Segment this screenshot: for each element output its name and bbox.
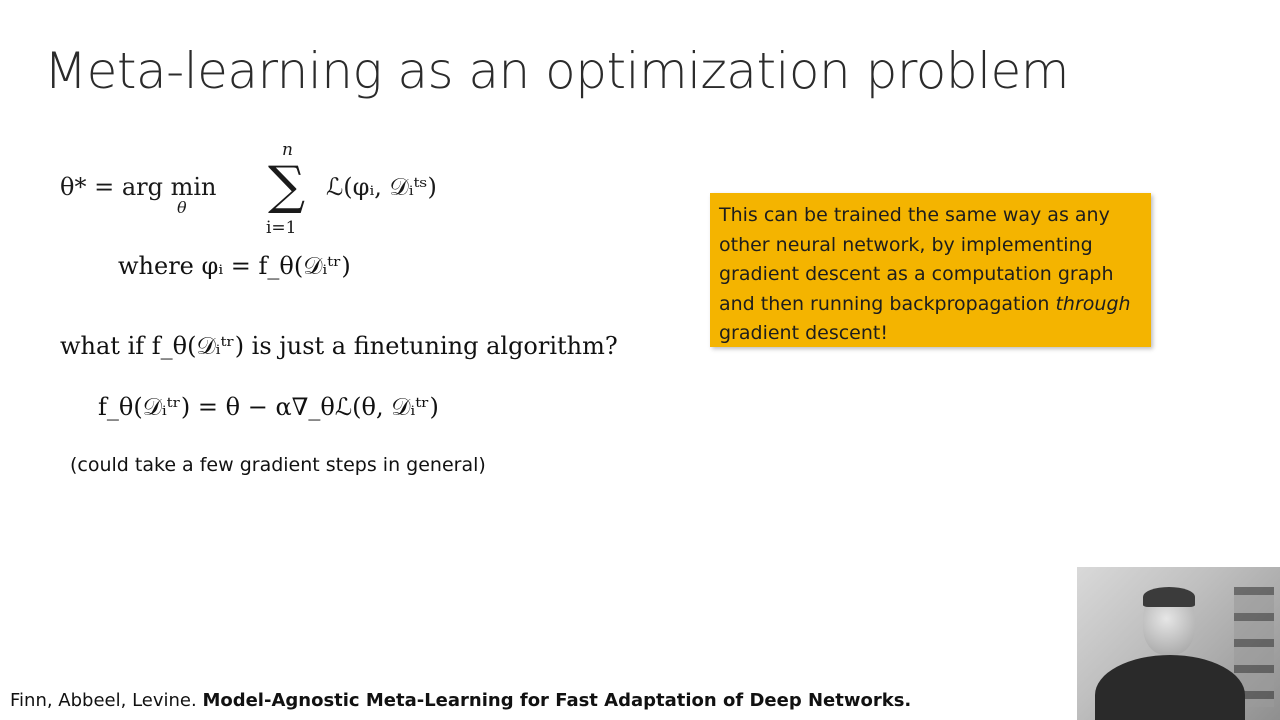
citation-paper-title: Model-Agnostic Meta-Learning for Fast Ad… <box>202 690 912 711</box>
objective-equation: θ* = arg min θ n ∑ i=1 ℒ(φᵢ, 𝒟ᵢᵗˢ) <box>60 140 480 240</box>
slide-title: Meta-learning as an optimization problem <box>44 42 1070 100</box>
callout-emphasis: through <box>1055 292 1131 315</box>
objective-left: θ* = arg min <box>60 173 217 201</box>
summation-symbol: ∑ <box>268 156 306 216</box>
citation: Finn, Abbeel, Levine. Model-Agnostic Met… <box>10 690 911 711</box>
callout-text-after: gradient descent! <box>719 322 888 344</box>
presenter-hair <box>1143 587 1195 607</box>
gradient-steps-note: (could take a few gradient steps in gene… <box>70 454 486 476</box>
where-equation: where φᵢ = f_θ(𝒟ᵢᵗʳ) <box>118 252 351 280</box>
presenter-video-feed <box>1077 567 1280 720</box>
sum-lower-limit: i=1 <box>266 218 297 238</box>
citation-authors: Finn, Abbeel, Levine. <box>10 690 203 711</box>
presenter-body <box>1095 655 1245 720</box>
callout-box: This can be trained the same way as any … <box>710 193 1151 347</box>
argmin-subscript: θ <box>177 198 187 217</box>
whatif-equation: what if f_θ(𝒟ᵢᵗʳ) is just a finetuning a… <box>60 332 618 360</box>
update-equation: f_θ(𝒟ᵢᵗʳ) = θ − α∇_θℒ(θ, 𝒟ᵢᵗʳ) <box>98 393 439 421</box>
objective-right: ℒ(φᵢ, 𝒟ᵢᵗˢ) <box>326 173 437 201</box>
